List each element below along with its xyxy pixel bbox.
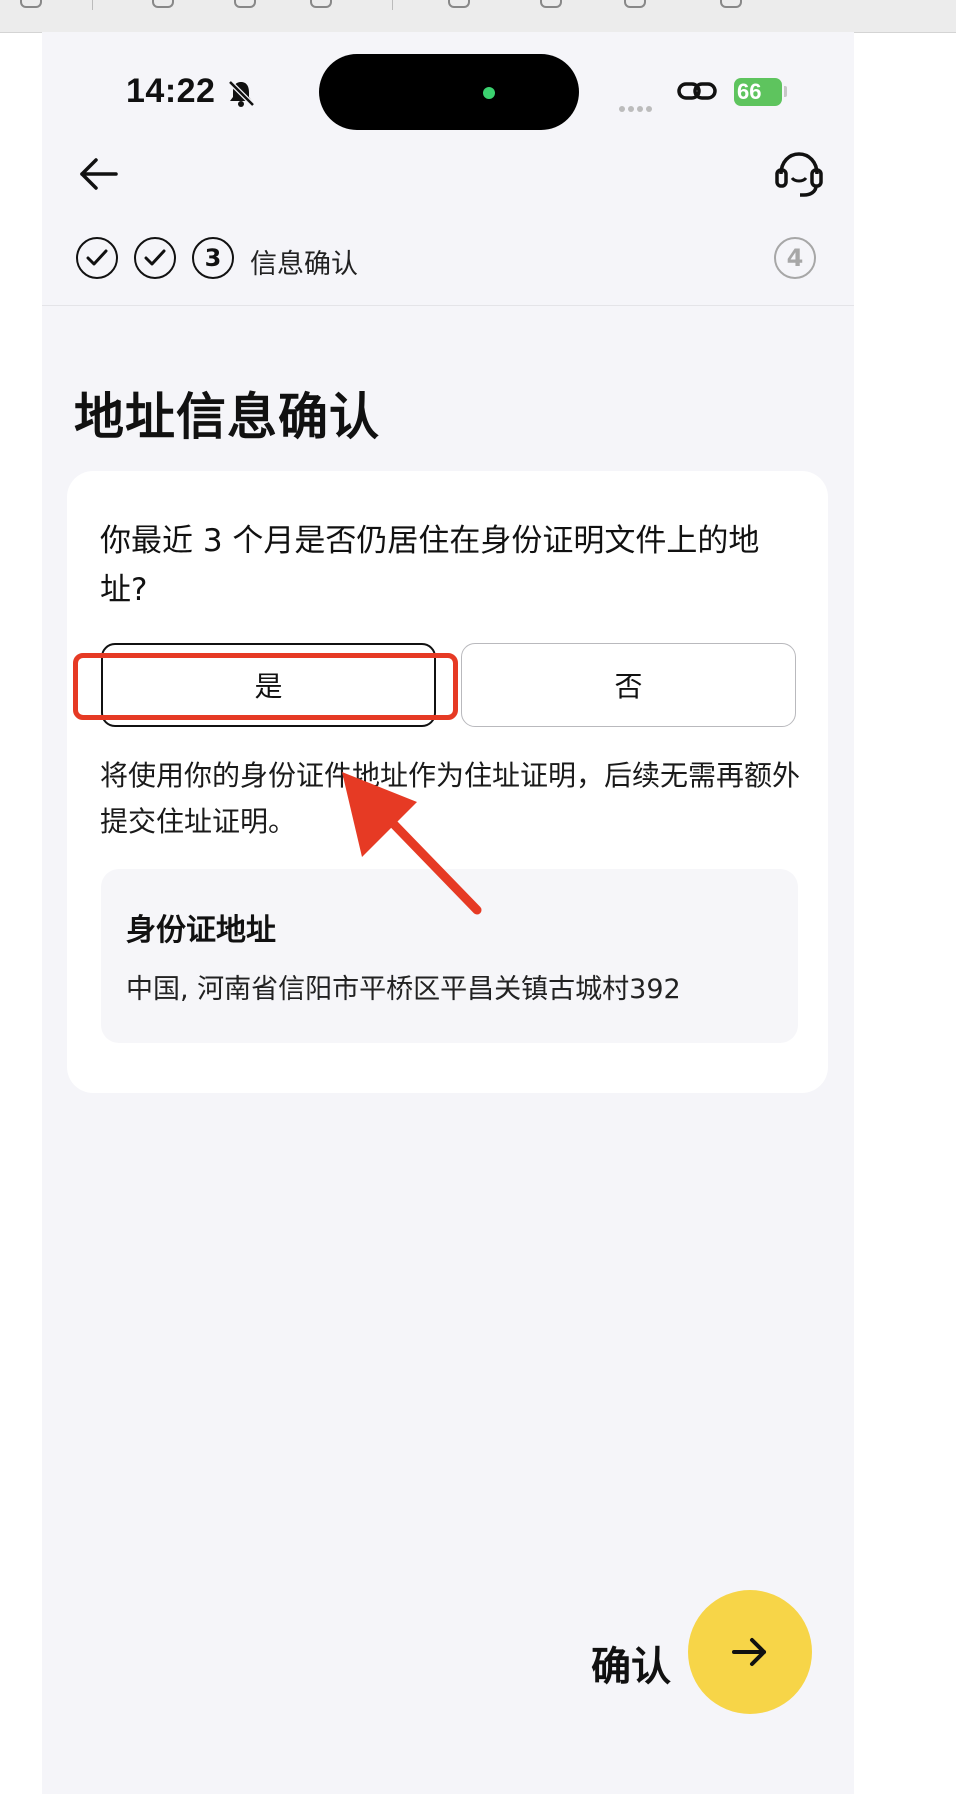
headset-icon	[775, 152, 823, 197]
toolbar-glyph-icon[interactable]	[20, 0, 42, 8]
rotate-icon[interactable]	[624, 0, 646, 8]
back-arrow-icon	[80, 158, 118, 190]
customer-support-button[interactable]	[772, 146, 826, 202]
battery-level: 66	[734, 78, 782, 106]
page-title: 地址信息确认	[74, 388, 380, 446]
viewer-toolbar	[0, 0, 956, 33]
yes-option-button[interactable]: 是	[101, 643, 436, 727]
check-icon	[144, 249, 166, 266]
step-4-upcoming: 4	[774, 237, 816, 279]
search-icon[interactable]	[720, 0, 742, 8]
bell-slash-icon	[226, 78, 256, 112]
battery-cap	[784, 86, 787, 97]
check-icon	[86, 249, 108, 266]
status-time: 14:22	[126, 72, 216, 110]
zoom-in-icon[interactable]	[152, 0, 174, 8]
toolbar-separator	[92, 0, 93, 10]
toolbar-separator	[392, 0, 393, 10]
crop-icon[interactable]	[540, 0, 562, 8]
dynamic-island	[319, 54, 579, 130]
current-step-label: 信息确认	[250, 249, 358, 280]
markup-icon[interactable]	[448, 0, 470, 8]
step-3-current: 3	[192, 237, 234, 279]
back-button[interactable]	[72, 146, 128, 202]
link-icon	[676, 76, 718, 110]
id-address-value: 中国, 河南省信阳市平桥区平昌关镇古城村392	[126, 974, 681, 1005]
header-divider	[42, 305, 854, 306]
id-address-title: 身份证地址	[126, 913, 276, 948]
share-icon[interactable]	[310, 0, 332, 8]
annotation-arrow-icon	[332, 772, 492, 926]
question-text: 你最近 3 个月是否仍居住在身份证明文件上的地址?	[100, 523, 760, 608]
no-option-button[interactable]: 否	[461, 643, 796, 727]
confirm-button[interactable]	[688, 1590, 812, 1714]
step-1-done	[76, 237, 118, 279]
signal-dots-icon	[619, 97, 655, 116]
confirm-label[interactable]: 确认	[591, 1634, 671, 1692]
zoom-out-icon[interactable]	[234, 0, 256, 8]
camera-indicator	[483, 87, 495, 99]
arrow-right-icon	[732, 1638, 766, 1666]
phone-screen: 14:22 66 3 信息确认 4 地址信息确认 你最近 3 个月是否仍居住在身…	[42, 32, 854, 1794]
step-2-done	[134, 237, 176, 279]
